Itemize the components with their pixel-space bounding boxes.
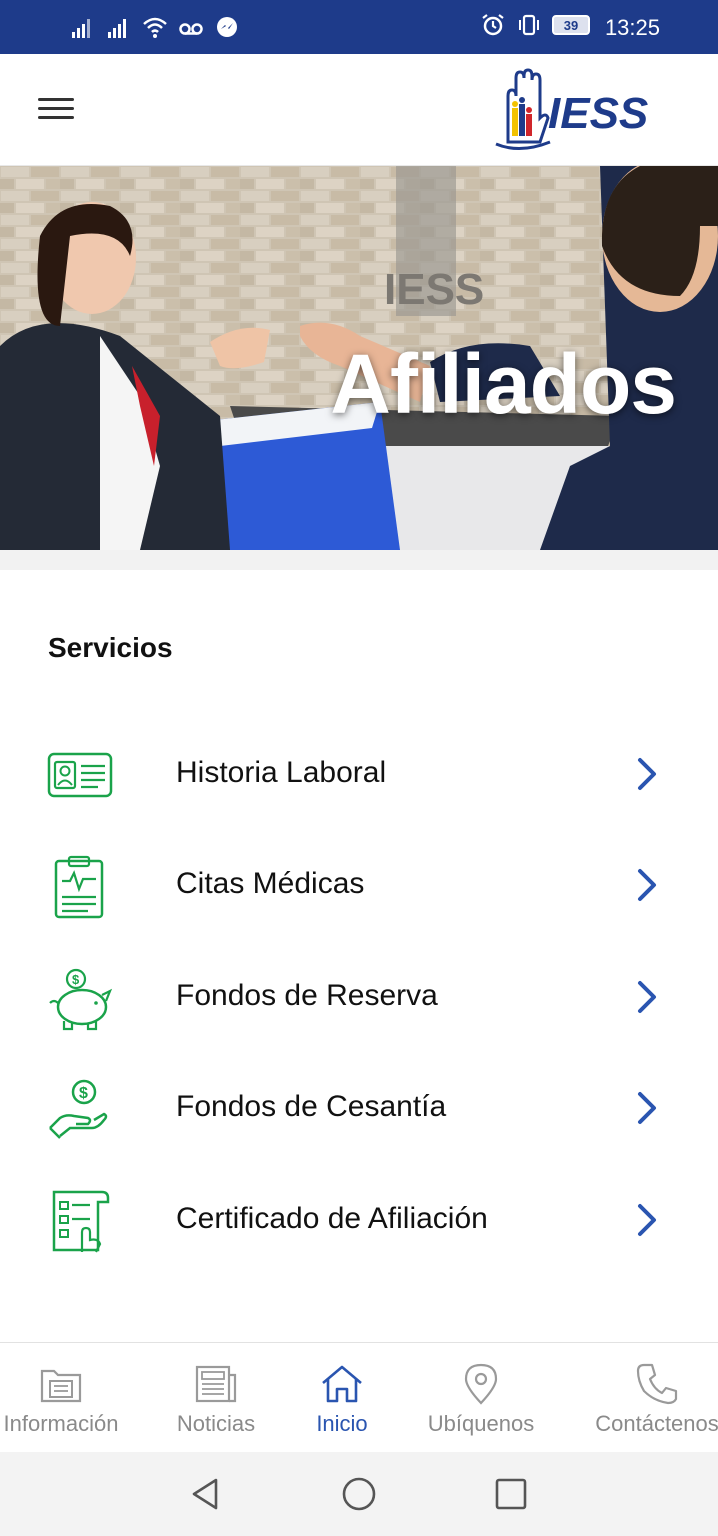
service-item-fondos-reserva[interactable]: $ Fondos de Reserva bbox=[0, 947, 718, 1047]
nav-label: Información bbox=[3, 1411, 119, 1436]
location-pin-icon bbox=[464, 1363, 498, 1405]
app-bar: IESS bbox=[0, 54, 718, 166]
battery-level: 39 bbox=[563, 17, 579, 33]
service-label: Fondos de Cesantía bbox=[176, 1090, 447, 1123]
chevron-right-icon bbox=[638, 981, 656, 1013]
id-card-icon bbox=[47, 752, 113, 798]
newspaper-icon bbox=[195, 1365, 237, 1403]
service-item-citas-medicas[interactable]: Citas Médicas bbox=[0, 835, 718, 935]
services-title: Servicios bbox=[48, 632, 173, 663]
nav-label: Ubíquenos bbox=[427, 1411, 535, 1436]
battery-icon: 39 bbox=[552, 15, 590, 35]
home-circle-icon[interactable] bbox=[339, 1474, 379, 1514]
status-left-icons bbox=[70, 14, 240, 40]
nav-inicio[interactable]: Inicio bbox=[294, 1343, 390, 1453]
voicemail-icon bbox=[179, 23, 203, 35]
chevron-right-icon bbox=[638, 1204, 656, 1236]
medical-clipboard-icon bbox=[54, 855, 104, 919]
folder-icon bbox=[40, 1369, 82, 1403]
hero-title: Afiliados bbox=[330, 337, 677, 431]
wifi-icon bbox=[143, 17, 167, 38]
service-item-historia-laboral[interactable]: Historia Laboral bbox=[0, 724, 718, 824]
service-item-fondos-cesantia[interactable]: $ Fondos de Cesantía bbox=[0, 1058, 718, 1158]
svg-text:$: $ bbox=[72, 972, 80, 987]
chevron-right-icon bbox=[638, 1092, 656, 1124]
iess-logo: IESS bbox=[495, 68, 648, 150]
messenger-icon bbox=[217, 17, 237, 37]
chevron-right-icon bbox=[638, 869, 656, 901]
service-item-certificado-afiliacion[interactable]: Certificado de Afiliación bbox=[0, 1170, 718, 1270]
system-navigation-bar bbox=[0, 1452, 718, 1536]
phone-icon bbox=[636, 1363, 678, 1405]
nav-contactenos[interactable]: Contáctenos bbox=[584, 1343, 718, 1453]
status-bar: 39 13:25 bbox=[0, 0, 718, 54]
service-label: Certificado de Afiliación bbox=[176, 1202, 488, 1235]
svg-text:IESS: IESS bbox=[384, 265, 484, 314]
nav-noticias[interactable]: Noticias bbox=[160, 1343, 272, 1453]
hero-banner: IESS Afiliados bbox=[0, 166, 718, 550]
hamburger-menu-icon[interactable] bbox=[32, 92, 80, 128]
bottom-navigation: Información Noticias Inicio Ubíquenos Co… bbox=[0, 1342, 718, 1452]
alarm-icon bbox=[482, 14, 504, 36]
logo-text: IESS bbox=[548, 89, 648, 138]
service-label: Citas Médicas bbox=[176, 867, 365, 900]
back-icon[interactable] bbox=[186, 1474, 226, 1514]
nav-ubiquenos[interactable]: Ubíquenos bbox=[414, 1343, 548, 1453]
home-icon bbox=[322, 1365, 362, 1403]
vibrate-icon bbox=[519, 14, 539, 36]
nav-informacion[interactable]: Información bbox=[0, 1343, 134, 1453]
nav-label: Noticias bbox=[176, 1411, 256, 1436]
certificate-icon bbox=[52, 1190, 110, 1253]
service-label: Fondos de Reserva bbox=[176, 979, 438, 1012]
section-divider bbox=[0, 550, 718, 570]
chevron-right-icon bbox=[638, 758, 656, 790]
nav-label: Contáctenos bbox=[595, 1411, 718, 1436]
nav-label: Inicio bbox=[316, 1411, 368, 1436]
status-right-icons: 39 bbox=[480, 12, 590, 38]
signal-icon bbox=[72, 19, 90, 38]
recents-icon[interactable] bbox=[491, 1474, 531, 1514]
service-label: Historia Laboral bbox=[176, 756, 387, 789]
svg-text:$: $ bbox=[79, 1085, 88, 1102]
status-time: 13:25 bbox=[604, 15, 660, 40]
piggy-bank-icon: $ bbox=[49, 968, 113, 1031]
hand-coin-icon: $ bbox=[49, 1079, 108, 1139]
signal-icon bbox=[108, 19, 126, 38]
